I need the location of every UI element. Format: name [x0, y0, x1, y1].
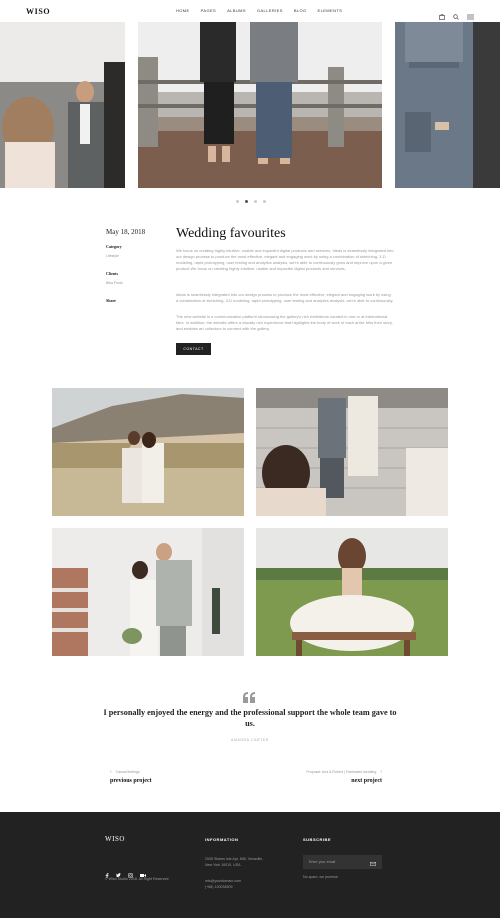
chevron-right-icon: › [380, 769, 382, 775]
chevron-left-icon: ‹ [110, 769, 112, 775]
slider-dot[interactable] [263, 200, 266, 203]
project-title: Wedding favourites [176, 226, 286, 241]
subscribe-heading: SUBSCRIBE [303, 837, 332, 842]
next-project-link[interactable]: Proposal: Ana & Robert | Fabricated wedd… [306, 769, 382, 784]
clients-label: Clients [106, 271, 118, 276]
main-nav: HOME PAGES ALBUMS GALLERIES BLOG ELEMENT… [176, 8, 353, 13]
contact-button[interactable]: CONTACT [176, 343, 211, 355]
testimonial-author: AMANDA CARTER [231, 738, 269, 742]
slide-image-center[interactable] [138, 22, 382, 188]
gallery-image-stairs[interactable] [256, 388, 448, 516]
footer-email-link[interactable]: info@yourdomain.com [205, 879, 241, 884]
site-header: WISO HOME PAGES ALBUMS GALLERIES BLOG EL… [0, 0, 500, 22]
nav-galleries[interactable]: GALLERIES [257, 8, 283, 13]
footer-logo[interactable]: WISO [105, 835, 125, 843]
footer-address-line2: New York 10010, USA [205, 863, 241, 867]
project-date: May 18, 2018 [106, 228, 146, 236]
project-description-2: Ideas is seamlessly integrated into our … [176, 292, 394, 303]
slide-image-right[interactable] [395, 22, 500, 188]
next-project-name: Proposal: Ana & Robert | Fabricated wedd… [306, 770, 377, 774]
prev-project-name: Casual feelings [115, 770, 140, 774]
prev-project-label: previous project [110, 778, 152, 784]
slider-dot[interactable] [236, 200, 239, 203]
slider-dot[interactable] [254, 200, 257, 203]
project-description-1: We focus on creating highly intuitive, u… [176, 248, 394, 271]
project-description-3: The new website is a communication platf… [176, 314, 393, 331]
footer-address-line1: 2005 Stokes Isle Apt. 896, Venaville, [205, 857, 264, 861]
site-logo[interactable]: WISO [26, 7, 50, 16]
nav-albums[interactable]: ALBUMS [227, 8, 246, 13]
footer-phone: (+68) 120034509 [205, 885, 233, 889]
prev-project-link[interactable]: ‹ Casual feelings previous project [110, 769, 152, 784]
nav-elements[interactable]: ELEMENTS [318, 8, 343, 13]
category-value[interactable]: Lifestyle [106, 254, 119, 258]
gallery-image-brick-wall[interactable] [52, 528, 244, 656]
footer-copyright: © Wiso Studio 2018. All Right Reserved. [105, 877, 170, 881]
category-label: Category [106, 244, 122, 249]
nav-blog[interactable]: BLOG [294, 8, 307, 13]
slide-image-left[interactable] [0, 22, 125, 188]
subscribe-note: No spam, we promise [303, 875, 338, 879]
mail-icon[interactable] [370, 853, 376, 871]
testimonial-quote: I personally enjoyed the energy and the … [103, 708, 397, 728]
gallery-image-bride-bench[interactable] [256, 528, 448, 656]
gallery-image-couple-field[interactable] [52, 388, 244, 516]
slider-dot-active[interactable] [245, 200, 248, 203]
nav-pages[interactable]: PAGES [201, 8, 217, 13]
nav-home[interactable]: HOME [176, 8, 190, 13]
share-label: Share [106, 298, 116, 303]
subscribe-form [303, 855, 382, 869]
information-heading: INFORMATION [205, 837, 239, 842]
site-footer [0, 812, 500, 918]
next-project-label: next project [351, 778, 382, 784]
subscribe-email-input[interactable] [309, 860, 364, 864]
quote-icon [243, 690, 256, 708]
slider-dots [236, 200, 266, 203]
clients-value: Biba Fonts [106, 281, 123, 285]
